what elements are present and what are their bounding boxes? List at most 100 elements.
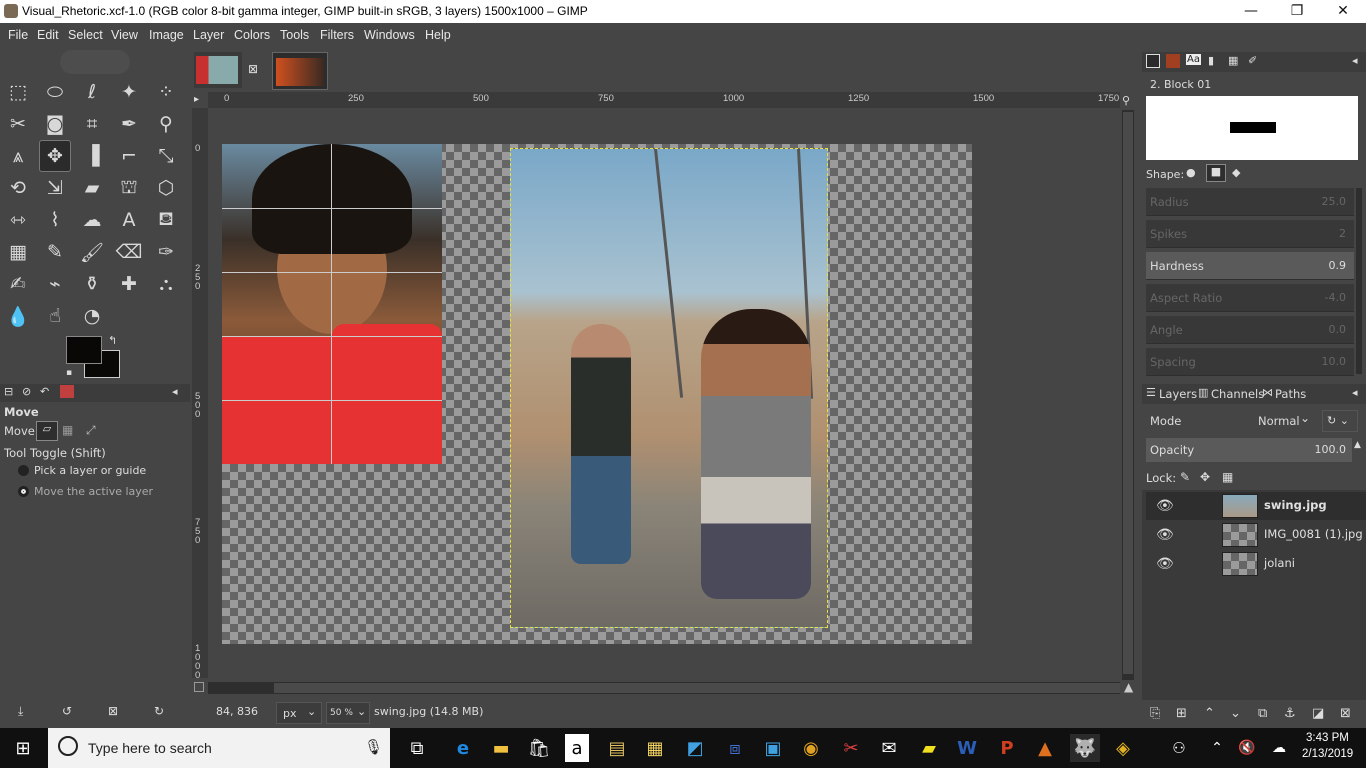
flip-icon[interactable]: ⇿	[2, 204, 34, 236]
menu-layer[interactable]: Layer	[193, 28, 224, 42]
mode-selector[interactable]: Normal ⌄	[1250, 410, 1318, 432]
device-status-tab-icon[interactable]: ⊘	[22, 385, 31, 398]
zoom-icon[interactable]: ⚲	[150, 108, 182, 140]
opacity-spin-icon[interactable]: ▲	[1354, 440, 1361, 450]
zoom-selector[interactable]: 50 % ⌄	[326, 702, 370, 724]
menu-edit[interactable]: Edit	[37, 28, 59, 42]
tab-paths[interactable]: Paths	[1275, 387, 1306, 401]
navigate-icon[interactable]: ▲	[1124, 680, 1133, 694]
minimize-button[interactable]: —	[1228, 0, 1274, 23]
align-icon[interactable]: ▐	[76, 140, 108, 172]
people-icon[interactable]: ⚇	[1164, 734, 1194, 762]
paintbrush-icon[interactable]: 🖌	[76, 236, 108, 268]
move-selection-mode-button[interactable]: ▦	[62, 423, 73, 437]
menu-select[interactable]: Select	[68, 28, 103, 42]
menu-help[interactable]: Help	[425, 28, 451, 42]
bucket-fill-icon[interactable]: ⛾	[150, 204, 182, 236]
eraser-icon[interactable]: ⌫	[113, 236, 145, 268]
powerpoint-icon[interactable]: P	[992, 734, 1022, 762]
folder-icon[interactable]: ▦	[640, 734, 670, 762]
mask-layer-icon[interactable]: ◪	[1312, 706, 1324, 721]
store-icon[interactable]: 🛍	[524, 734, 554, 762]
move-tool-icon[interactable]: ✥	[39, 140, 71, 172]
save-options-icon[interactable]: ⤓	[18, 704, 23, 719]
paths-icon[interactable]: ⌗	[76, 108, 108, 140]
patterns-tab-icon[interactable]	[1166, 54, 1180, 68]
delete-layer-icon[interactable]: ⊠	[1340, 706, 1351, 721]
radio-pick-layer[interactable]	[18, 465, 29, 476]
new-layer-group-icon[interactable]: ⊞	[1176, 706, 1187, 721]
clock-date[interactable]: 2/13/2019	[1302, 748, 1353, 760]
edge-browser-icon[interactable]: e	[448, 734, 478, 762]
raise-layer-icon[interactable]: ⌃	[1204, 706, 1215, 721]
new-layer-icon[interactable]: ⎘	[1150, 706, 1160, 721]
duplicate-layer-icon[interactable]: ⧉	[1258, 706, 1267, 721]
brushes-slider-scrollbar[interactable]	[1356, 188, 1362, 374]
clock-time[interactable]: 3:43 PM	[1306, 732, 1349, 744]
unit-selector[interactable]: px ⌄	[276, 702, 322, 724]
lock-position-icon[interactable]: ✥	[1200, 470, 1210, 484]
crop-icon[interactable]: ⌐	[113, 140, 145, 172]
radio-move-active[interactable]	[18, 486, 29, 497]
measure-icon[interactable]: ⩓	[2, 140, 34, 172]
select-by-color-icon[interactable]: ⁘	[150, 76, 182, 108]
dodge-burn-icon[interactable]: ◔	[76, 300, 108, 332]
perspective-icon[interactable]: ⬡	[150, 172, 182, 204]
vertical-scrollbar-thumb[interactable]	[1123, 112, 1133, 674]
menu-tools[interactable]: Tools	[280, 28, 309, 42]
scissors-icon[interactable]: ✂	[2, 108, 34, 140]
paint-dynamics-tab-icon[interactable]: ✐	[1248, 54, 1257, 67]
close-button[interactable]: ✕	[1320, 0, 1366, 23]
visibility-eye-icon[interactable]: 👁	[1156, 556, 1174, 572]
visibility-eye-icon[interactable]: 👁	[1156, 498, 1174, 514]
fuzzy-select-icon[interactable]: ✦	[113, 76, 145, 108]
notes-icon[interactable]: ▤	[602, 734, 632, 762]
menu-image[interactable]: Image	[149, 28, 184, 42]
menu-colors[interactable]: Colors	[234, 28, 270, 42]
shape-square-button[interactable]: ■	[1206, 164, 1226, 182]
aspect-ratio-slider[interactable]: Aspect Ratio -4.0	[1146, 284, 1354, 312]
menu-windows[interactable]: Windows	[364, 28, 415, 42]
anchor-layer-icon[interactable]: ⚓	[1284, 706, 1296, 721]
layer-row[interactable]: 👁 swing.jpg	[1146, 492, 1366, 520]
reset-options-icon[interactable]: ↻	[154, 704, 164, 718]
default-colors-icon[interactable]: ▪	[66, 368, 72, 378]
network-app-icon[interactable]: ⧈	[720, 734, 750, 762]
move-layer-mode-button[interactable]: ▱	[36, 421, 58, 441]
smudge-icon[interactable]: ☝	[39, 300, 71, 332]
maximize-button[interactable]: ❐	[1274, 0, 1320, 23]
layer-row[interactable]: 👁 jolani	[1146, 550, 1366, 578]
vertical-scrollbar[interactable]	[1122, 110, 1134, 680]
unified-transform-icon[interactable]: ⤡	[150, 140, 182, 172]
restore-options-icon[interactable]: ↺	[62, 704, 72, 718]
smudge-warp-icon[interactable]: ☁	[76, 204, 108, 236]
cage-transform-icon[interactable]: ⛫	[113, 172, 145, 204]
pencil-icon[interactable]: ✎	[39, 236, 71, 268]
image-app-icon[interactable]: ▣	[758, 734, 788, 762]
gradient-icon[interactable]: ▦	[2, 236, 34, 268]
word-icon[interactable]: W	[952, 734, 982, 762]
hardness-slider[interactable]: Hardness 0.9	[1146, 252, 1354, 280]
task-view-icon[interactable]: ⧉	[402, 734, 432, 762]
spikes-slider[interactable]: Spikes 2	[1146, 220, 1354, 248]
tool-options-tab-icon[interactable]: ⊟	[4, 385, 13, 398]
spacing-slider[interactable]: Spacing 10.0	[1146, 348, 1354, 376]
windows-start-icon[interactable]: ⊞	[8, 734, 38, 762]
perspective-clone-icon[interactable]: ⛬	[150, 268, 182, 300]
tab-layers[interactable]: Layers	[1159, 387, 1197, 401]
color-picker-icon[interactable]: ✒	[113, 108, 145, 140]
clone-icon[interactable]: ⚱	[76, 268, 108, 300]
opacity-slider[interactable]: Opacity 100.0	[1146, 438, 1352, 462]
fonts-tab-icon[interactable]: Aa	[1186, 54, 1201, 65]
move-active-label[interactable]: Move the active layer	[34, 485, 153, 498]
foreground-select-icon[interactable]: ◙	[39, 108, 71, 140]
volume-muted-icon[interactable]: 🔇	[1232, 734, 1262, 762]
airbrush-icon[interactable]: ✑	[150, 236, 182, 268]
swing-photo-layer[interactable]	[510, 148, 828, 628]
brushes-tab-icon[interactable]	[1146, 54, 1160, 68]
horizontal-scrollbar[interactable]	[208, 682, 1120, 694]
ellipse-select-icon[interactable]: ⬭	[39, 76, 71, 108]
quick-mask-toggle-icon[interactable]: ▸	[194, 94, 199, 105]
lower-layer-icon[interactable]: ⌄	[1230, 706, 1241, 721]
image-tab-2[interactable]	[272, 52, 328, 90]
